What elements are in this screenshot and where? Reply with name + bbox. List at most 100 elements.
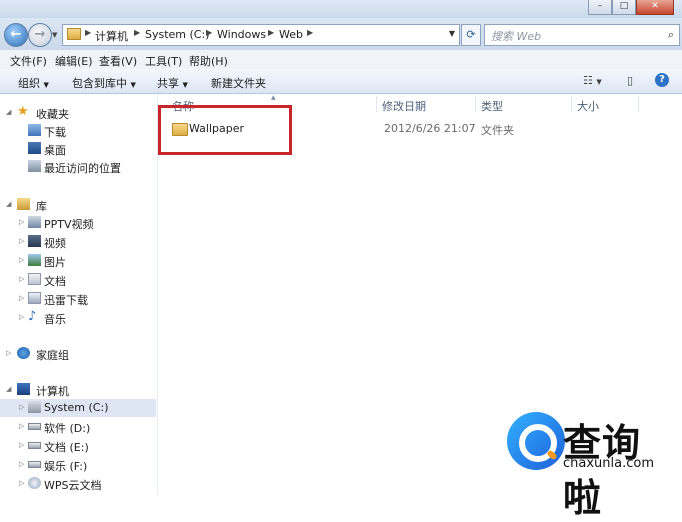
column-header-type[interactable]: 类型 <box>481 98 503 114</box>
sort-ascending-icon: ▲ <box>271 94 276 101</box>
address-dropdown-icon[interactable]: ▼ <box>449 29 455 38</box>
forward-button[interactable]: → <box>28 23 52 47</box>
include-library-label: 包含到库中 <box>72 77 127 90</box>
nav-lib-thunder[interactable]: ▷ 迅雷下载 <box>0 290 156 308</box>
collapsed-arrow-icon[interactable]: ▷ <box>19 479 24 487</box>
nav-computer-label: 计算机 <box>36 385 69 398</box>
library-icon <box>17 198 30 210</box>
recent-pages-dropdown[interactable]: ▼ <box>52 31 57 39</box>
preview-pane-icon[interactable]: ▯ <box>627 74 633 87</box>
view-options-icon[interactable]: ☷ ▼ <box>583 74 602 87</box>
collapsed-arrow-icon[interactable]: ▷ <box>19 441 24 449</box>
nav-homegroup-label: 家庭组 <box>36 349 69 362</box>
collapsed-arrow-icon[interactable]: ▷ <box>19 403 24 411</box>
help-icon[interactable]: ? <box>655 73 669 87</box>
collapsed-arrow-icon[interactable]: ▷ <box>6 349 11 357</box>
nav-lib-pictures[interactable]: ▷ 图片 <box>0 252 156 270</box>
menu-file[interactable]: 文件(F) <box>10 53 47 69</box>
breadcrumb-separator-icon[interactable]: ▶ <box>268 28 274 37</box>
nav-downloads[interactable]: 下载 <box>0 122 156 140</box>
star-icon: ★ <box>17 104 29 119</box>
hard-drive-icon <box>28 461 41 468</box>
refresh-button[interactable]: ⟳ <box>461 24 481 46</box>
maximize-button[interactable]: □ <box>612 0 636 15</box>
collapsed-arrow-icon[interactable]: ▷ <box>19 256 24 264</box>
new-folder-button[interactable]: 新建文件夹 <box>211 75 266 91</box>
nav-drive-f[interactable]: ▷ 娱乐 (F:) <box>0 456 156 474</box>
nav-wps-cloud-label: WPS云文档 <box>44 479 102 492</box>
chevron-down-icon: ▼ <box>43 81 49 89</box>
collapsed-arrow-icon[interactable]: ▷ <box>19 313 24 321</box>
hard-drive-icon <box>28 423 41 430</box>
column-divider[interactable] <box>571 96 572 112</box>
nav-drive-d[interactable]: ▷ 软件 (D:) <box>0 418 156 436</box>
breadcrumb-windows[interactable]: Windows <box>217 28 266 41</box>
collapsed-arrow-icon[interactable]: ▷ <box>19 237 24 245</box>
nav-homegroup[interactable]: ▷ 家庭组 <box>0 345 156 363</box>
breadcrumb-separator-icon[interactable]: ▶ <box>206 28 212 37</box>
search-placeholder: 搜索 Web <box>491 30 542 43</box>
column-divider[interactable] <box>638 96 639 112</box>
collapsed-arrow-icon[interactable]: ▷ <box>19 294 24 302</box>
column-header-size[interactable]: 大小 <box>577 98 599 114</box>
search-input[interactable]: 搜索 Web ⌕ <box>484 24 680 46</box>
organize-label: 组织 <box>18 77 40 90</box>
nav-wps-cloud[interactable]: ▷ WPS云文档 <box>0 475 156 493</box>
menu-help[interactable]: 帮助(H) <box>189 53 228 69</box>
title-bar: – □ ✕ <box>0 0 682 18</box>
nav-recent-places[interactable]: 最近访问的位置 <box>0 158 156 176</box>
nav-libraries[interactable]: ◢ 库 <box>0 196 156 214</box>
nav-lib-videos[interactable]: ▷ 视频 <box>0 233 156 251</box>
nav-computer[interactable]: ◢ 计算机 <box>0 381 156 399</box>
nav-lib-music[interactable]: ▷ ♪ 音乐 <box>0 309 156 327</box>
menu-edit[interactable]: 编辑(E) <box>55 53 93 69</box>
close-button[interactable]: ✕ <box>636 0 674 15</box>
nav-libraries-label: 库 <box>36 200 47 213</box>
expand-arrow-icon[interactable]: ◢ <box>6 200 11 208</box>
nav-lib-videos-label: 视频 <box>44 237 66 250</box>
collapsed-arrow-icon[interactable]: ▷ <box>19 460 24 468</box>
expand-arrow-icon[interactable]: ◢ <box>6 108 11 116</box>
column-header-date[interactable]: 修改日期 <box>382 98 426 114</box>
nav-lib-thunder-label: 迅雷下载 <box>44 294 88 307</box>
nav-lib-pptv[interactable]: ▷ PPTV视频 <box>0 214 156 232</box>
collapsed-arrow-icon[interactable]: ▷ <box>19 275 24 283</box>
column-divider[interactable] <box>376 96 377 112</box>
breadcrumb-separator-icon[interactable]: ▶ <box>85 28 91 37</box>
videos-icon <box>28 235 41 247</box>
breadcrumb-system-c[interactable]: System (C:) <box>145 28 210 41</box>
video-library-icon <box>28 216 41 228</box>
thunder-download-icon <box>28 292 41 304</box>
back-button[interactable]: ← <box>4 23 28 47</box>
desktop-icon <box>28 142 41 154</box>
search-icon[interactable]: ⌕ <box>668 28 674 42</box>
nav-drive-f-label: 娱乐 (F:) <box>44 460 88 473</box>
breadcrumb-separator-icon[interactable]: ▶ <box>307 28 313 37</box>
expand-arrow-icon[interactable]: ◢ <box>6 385 11 393</box>
address-bar[interactable]: ▶ 计算机 ▶ System (C:) ▶ Windows ▶ Web ▶ ▼ <box>62 24 460 46</box>
breadcrumb-computer[interactable]: 计算机 <box>95 28 128 44</box>
file-type: 文件夹 <box>481 124 514 137</box>
documents-icon <box>28 273 41 285</box>
command-bar: 组织 ▼ 包含到库中 ▼ 共享 ▼ 新建文件夹 ☷ ▼ ▯ ? <box>0 69 682 94</box>
breadcrumb-web[interactable]: Web <box>279 28 303 41</box>
collapsed-arrow-icon[interactable]: ▷ <box>19 218 24 226</box>
nav-drive-e[interactable]: ▷ 文档 (E:) <box>0 437 156 455</box>
include-library-button[interactable]: 包含到库中 ▼ <box>72 75 136 91</box>
menu-tools[interactable]: 工具(T) <box>145 53 182 69</box>
share-button[interactable]: 共享 ▼ <box>157 75 188 91</box>
column-divider[interactable] <box>475 96 476 112</box>
nav-desktop-label: 桌面 <box>44 144 66 157</box>
menu-view[interactable]: 查看(V) <box>99 53 137 69</box>
hard-drive-icon <box>28 442 41 449</box>
nav-lib-documents[interactable]: ▷ 文档 <box>0 271 156 289</box>
breadcrumb-separator-icon[interactable]: ▶ <box>134 28 140 37</box>
minimize-button[interactable]: – <box>588 0 612 15</box>
nav-desktop[interactable]: 桌面 <box>0 140 156 158</box>
nav-drive-c[interactable]: ▷ System (C:) <box>0 399 156 417</box>
homegroup-icon <box>17 347 30 359</box>
organize-button[interactable]: 组织 ▼ <box>18 75 49 91</box>
nav-favorites[interactable]: ◢ ★ 收藏夹 <box>0 104 156 122</box>
folder-icon <box>67 28 81 43</box>
collapsed-arrow-icon[interactable]: ▷ <box>19 422 24 430</box>
